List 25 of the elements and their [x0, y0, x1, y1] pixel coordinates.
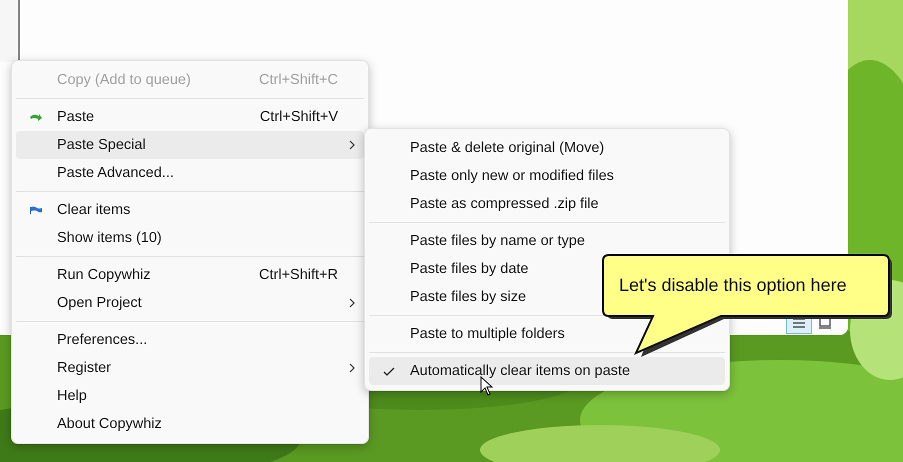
checkmark-icon [382, 366, 394, 376]
curved-arrow-icon [28, 112, 42, 122]
shortcut-text: Ctrl+Shift+C [259, 72, 338, 88]
menu-item[interactable]: About Copywhiz [16, 410, 364, 438]
menu-item[interactable]: Paste & delete original (Move) [369, 134, 725, 162]
flag-icon [28, 206, 42, 214]
menu-item[interactable]: Paste Ctrl+Shift+V [16, 103, 364, 131]
menu-item[interactable]: Automatically clear items on paste [369, 357, 725, 385]
menu-item[interactable]: Paste Special [16, 131, 364, 159]
menu-item[interactable]: Paste files by name or type [369, 227, 725, 255]
menu-item[interactable]: Paste Advanced... [16, 159, 364, 187]
shortcut-text: Ctrl+Shift+R [259, 267, 338, 283]
menu-item[interactable]: Paste only new or modified files [369, 162, 725, 190]
menu-item[interactable]: Register [16, 354, 364, 382]
menu-item[interactable]: Show items (10) [16, 224, 364, 252]
list-view-icon [792, 317, 806, 329]
menu-item[interactable]: Preferences... [16, 326, 364, 354]
menu-item[interactable]: Paste to multiple folders [369, 320, 725, 348]
shortcut-text: Ctrl+Shift+V [260, 109, 338, 125]
menu-item[interactable]: Paste as compressed .zip file [369, 190, 725, 218]
menu-item[interactable]: Help [16, 382, 364, 410]
menu-item[interactable]: Run Copywhiz Ctrl+Shift+R [16, 261, 364, 289]
tooltip-text: Let's disable this option here [619, 275, 847, 296]
menu-item[interactable]: Open Project [16, 289, 364, 317]
menu-item[interactable]: Clear items [16, 196, 364, 224]
